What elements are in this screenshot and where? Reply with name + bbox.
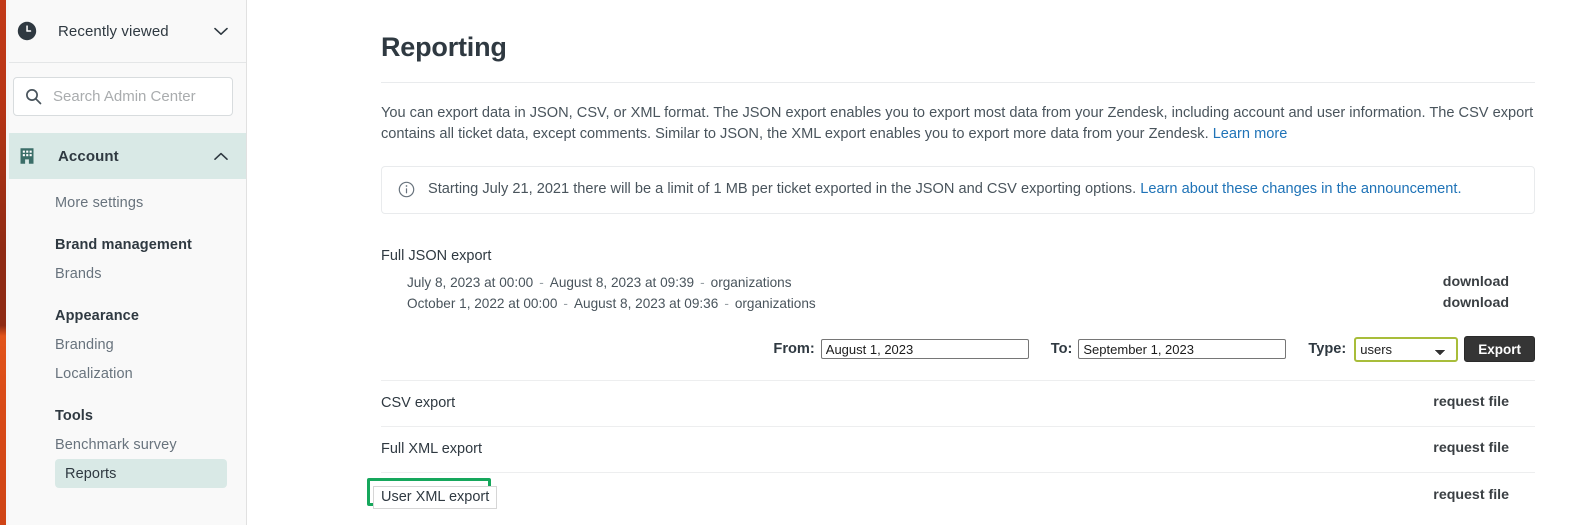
clock-icon <box>16 20 38 42</box>
request-file-link[interactable]: request file <box>1433 487 1509 503</box>
export-row-user-xml: User XML export request file <box>367 472 1535 523</box>
sidebar-group-label: Appearance <box>55 307 140 324</box>
type-label: Type: <box>1308 341 1347 357</box>
history-dash: - <box>700 275 705 290</box>
announcement-link[interactable]: Learn about these changes in the announc… <box>1140 181 1461 197</box>
intro-text: You can export data in JSON, CSV, or XML… <box>381 105 1534 142</box>
history-to: August 8, 2023 at 09:36 <box>573 296 719 311</box>
download-link[interactable]: download <box>1443 293 1509 314</box>
export-name: CSV export <box>381 395 456 411</box>
recently-viewed-row[interactable]: Recently viewed <box>0 0 246 63</box>
search-input[interactable] <box>53 88 221 105</box>
export-name: Full XML export <box>381 441 482 457</box>
type-select[interactable]: users organizations tickets <box>1354 336 1459 362</box>
export-form: From: To: Type: users organizations tick… <box>381 336 1535 380</box>
download-link[interactable]: download <box>1443 272 1509 293</box>
chevron-up-icon[interactable] <box>214 152 228 161</box>
sidebar-item-benchmark-survey[interactable]: Benchmark survey <box>0 430 246 459</box>
sidebar-account-label: Account <box>58 147 119 165</box>
sidebar-group-appearance: Appearance <box>0 301 246 330</box>
browser-edge-gap <box>6 0 9 525</box>
sidebar-item-localization[interactable]: Localization <box>0 359 246 388</box>
history-type: organizations <box>734 296 816 311</box>
to-label: To: <box>1050 341 1073 357</box>
sidebar-item-label: More settings <box>55 194 144 211</box>
sidebar-group-tools: Tools <box>0 401 246 430</box>
recently-viewed-label: Recently viewed <box>58 22 169 40</box>
history-from: July 8, 2023 at 00:00 <box>407 275 534 290</box>
sidebar-item-label: Localization <box>55 365 133 382</box>
sidebar-item-reports[interactable]: Reports <box>55 459 227 488</box>
sidebar-nav: More settings Brand management Brands Ap… <box>0 179 246 488</box>
intro-paragraph: You can export data in JSON, CSV, or XML… <box>381 83 1535 145</box>
exports-list: Full JSON export July 8, 2023 at 00:00- A… <box>367 228 1535 523</box>
browser-edge-strip <box>0 0 6 525</box>
search-icon <box>25 88 42 105</box>
export-row-csv: CSV export request file <box>381 380 1535 426</box>
sidebar-item-account[interactable]: Account <box>0 133 246 179</box>
sidebar-item-brands[interactable]: Brands <box>0 259 246 288</box>
request-file-link[interactable]: request file <box>1433 394 1509 410</box>
from-label: From: <box>773 341 815 357</box>
export-button[interactable]: Export <box>1464 336 1535 362</box>
sidebar: Recently viewed Search Admin Center Acco… <box>0 0 247 525</box>
alert-text: Starting July 21, 2021 there will be a l… <box>428 181 1141 197</box>
export-row-json: Full JSON export July 8, 2023 at 00:00- A… <box>381 228 1535 380</box>
alert-text-wrap: Starting July 21, 2021 there will be a l… <box>428 180 1462 199</box>
search-container <box>0 63 246 133</box>
search-box[interactable] <box>13 77 233 116</box>
history-dash: - <box>539 275 544 290</box>
history-type: organizations <box>710 275 792 290</box>
main-content: Reporting You can export data in JSON, C… <box>247 0 1587 525</box>
building-icon <box>16 145 38 167</box>
export-history-row: October 1, 2022 at 00:00- August 8, 2023 … <box>407 293 1535 314</box>
history-from: October 1, 2022 at 00:00 <box>407 296 558 311</box>
sidebar-item-more-settings[interactable]: More settings <box>0 188 246 217</box>
export-history-row: July 8, 2023 at 00:00- August 8, 2023 at … <box>407 272 1535 293</box>
history-dash: - <box>724 296 729 311</box>
sidebar-group-brand-management: Brand management <box>0 230 246 259</box>
request-file-link[interactable]: request file <box>1433 440 1509 456</box>
sidebar-item-label: Benchmark survey <box>55 436 177 453</box>
sidebar-group-label: Tools <box>55 407 94 424</box>
chevron-down-icon[interactable] <box>214 27 228 36</box>
admin-center-page: Recently viewed Search Admin Center Acco… <box>0 0 1587 525</box>
sidebar-item-label: Reports <box>65 465 117 482</box>
sidebar-item-label: Branding <box>55 336 114 353</box>
history-dash: - <box>563 296 568 311</box>
from-date-input[interactable] <box>820 339 1029 359</box>
export-row-full-xml: Full XML export request file <box>381 426 1535 472</box>
sidebar-group-label: Brand management <box>55 236 192 253</box>
export-name: Full JSON export <box>381 248 492 264</box>
export-history: July 8, 2023 at 00:00- August 8, 2023 at … <box>381 272 1535 314</box>
sidebar-item-branding[interactable]: Branding <box>0 330 246 359</box>
export-name: User XML export <box>373 486 498 509</box>
page-title: Reporting <box>381 32 507 62</box>
info-alert: Starting July 21, 2021 there will be a l… <box>381 166 1535 214</box>
to-date-input[interactable] <box>1078 339 1287 359</box>
history-to: August 8, 2023 at 09:39 <box>549 275 695 290</box>
info-icon <box>398 181 415 198</box>
learn-more-link[interactable]: Learn more <box>1213 126 1288 142</box>
sidebar-item-label: Brands <box>55 265 102 282</box>
